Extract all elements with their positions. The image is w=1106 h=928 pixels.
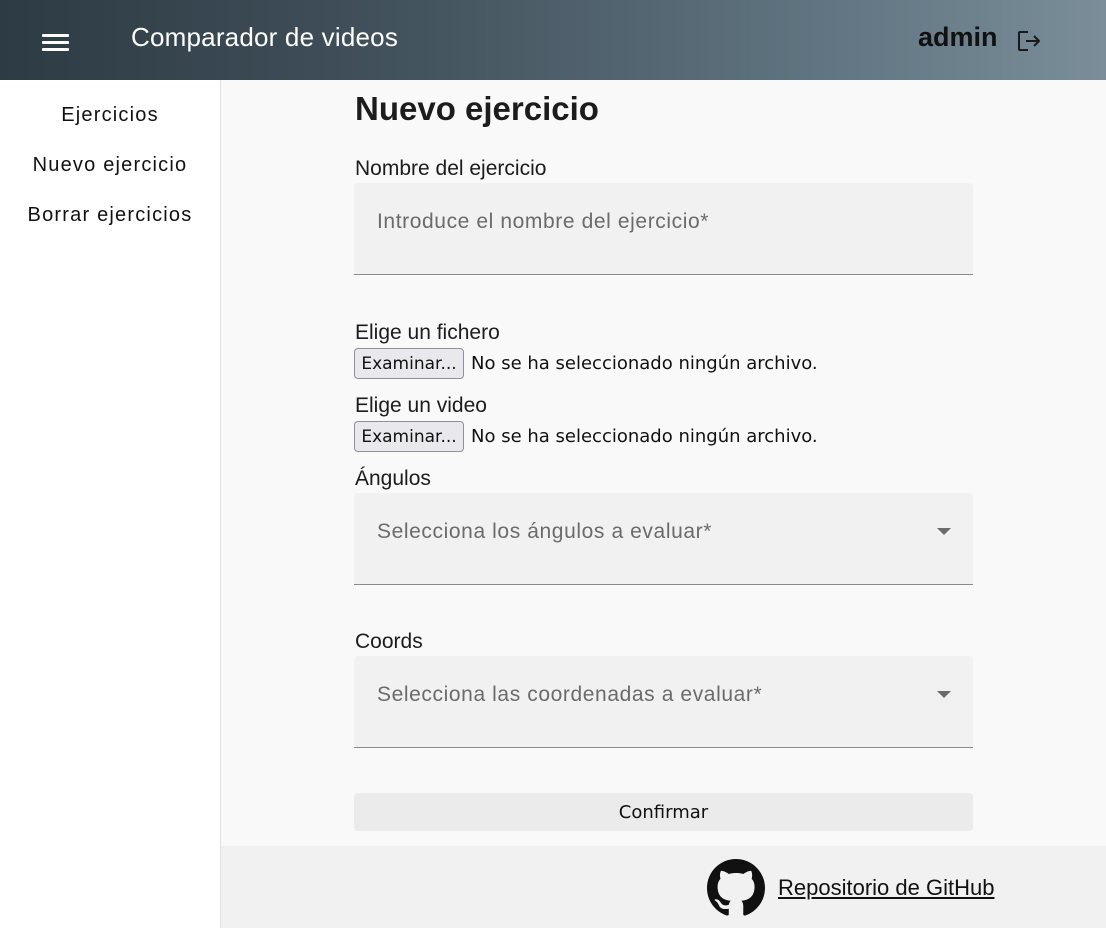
angles-field-label: Ángulos xyxy=(355,467,431,490)
github-repo-link[interactable]: Repositorio de GitHub xyxy=(778,875,994,901)
video-status-text: No se ha seleccionado ningún archivo. xyxy=(471,426,818,447)
coords-field-label: Coords xyxy=(355,630,423,653)
name-field-label: Nombre del ejercicio xyxy=(355,157,547,180)
video-picker: Examinar... No se ha seleccionado ningún… xyxy=(354,421,818,452)
app-title: Comparador de videos xyxy=(131,22,399,52)
coords-select[interactable]: Selecciona las coordenadas a evaluar* xyxy=(354,656,973,748)
footer: Repositorio de GitHub xyxy=(221,846,1106,928)
name-input-placeholder: Introduce el nombre del ejercicio* xyxy=(377,210,710,233)
chevron-down-icon xyxy=(937,528,951,535)
page-title: Nuevo ejercicio xyxy=(355,90,599,127)
file-browse-button[interactable]: Examinar... xyxy=(354,348,464,379)
video-browse-button[interactable]: Examinar... xyxy=(354,421,464,452)
sidebar-item-nuevo-ejercicio[interactable]: Nuevo ejercicio xyxy=(0,154,220,177)
coords-select-placeholder: Selecciona las coordenadas a evaluar* xyxy=(377,683,763,706)
app-bar: Comparador de videos admin xyxy=(0,0,1106,80)
github-icon[interactable] xyxy=(707,859,765,917)
angles-select-placeholder: Selecciona los ángulos a evaluar* xyxy=(377,520,713,543)
file-picker: Examinar... No se ha seleccionado ningún… xyxy=(354,348,818,379)
name-input[interactable]: Introduce el nombre del ejercicio* xyxy=(354,183,973,275)
sidebar-item-ejercicios[interactable]: Ejercicios xyxy=(0,104,220,127)
sidebar-item-borrar-ejercicios[interactable]: Borrar ejercicios xyxy=(0,204,220,227)
video-field-label: Elige un video xyxy=(355,394,487,417)
file-field-label: Elige un fichero xyxy=(355,321,500,344)
confirm-button[interactable]: Confirmar xyxy=(354,793,973,831)
logout-icon[interactable] xyxy=(1016,29,1044,53)
user-name: admin xyxy=(918,22,998,52)
chevron-down-icon xyxy=(937,691,951,698)
file-status-text: No se ha seleccionado ningún archivo. xyxy=(471,353,818,374)
angles-select[interactable]: Selecciona los ángulos a evaluar* xyxy=(354,493,973,585)
sidebar-nav: Ejercicios Nuevo ejercicio Borrar ejerci… xyxy=(0,80,221,928)
main-content: Nuevo ejercicio Nombre del ejercicio Int… xyxy=(221,80,1106,846)
hamburger-menu-icon[interactable] xyxy=(36,26,76,58)
